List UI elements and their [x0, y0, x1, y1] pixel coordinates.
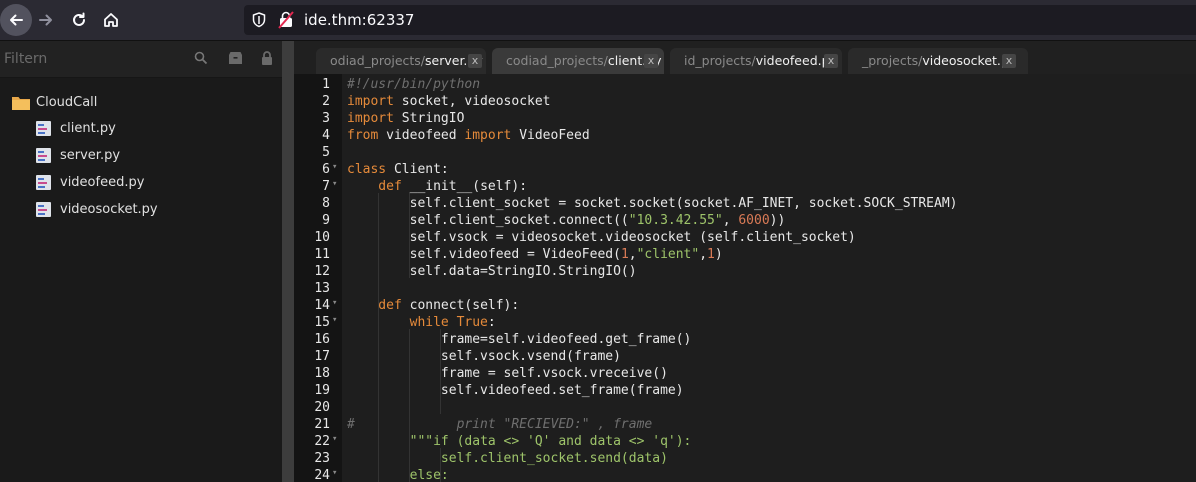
file-label: videofeed.py — [60, 175, 145, 190]
shield-icon[interactable] — [252, 12, 266, 28]
browser-toolbar: ide.thm:62337 — [0, 0, 1196, 41]
code-line: 24 ▾ else: — [314, 468, 449, 482]
lock-icon[interactable] — [261, 51, 273, 65]
code-line: 11 self.videofeed = VideoFeed(1,"client"… — [314, 247, 723, 262]
fold-arrow-icon[interactable]: ▾ — [332, 315, 337, 325]
python-file-icon — [36, 202, 51, 217]
code-line: 4 from videofeed import VideoFeed — [322, 128, 590, 143]
filter-bar: Filtern — [0, 41, 282, 78]
python-file-icon — [36, 175, 51, 190]
code-line: 13 — [314, 281, 330, 296]
back-arrow-icon — [10, 14, 23, 26]
code-line: 16 frame=self.videofeed.get_frame() — [314, 332, 692, 347]
folder-label: CloudCall — [36, 95, 98, 110]
code-line: 8 self.client_socket = socket.socket(soc… — [322, 196, 958, 211]
code-line: 9 self.client_socket.connect(("10.3.42.5… — [322, 213, 786, 228]
file-label: client.py — [60, 121, 116, 136]
file-label: videosocket.py — [60, 202, 158, 217]
code-line: 21 # print "RECIEVED:" , frame — [314, 417, 653, 432]
url-text[interactable]: ide.thm:62337 — [304, 11, 414, 29]
insecure-lock-icon[interactable] — [278, 11, 294, 29]
back-button[interactable] — [0, 4, 32, 36]
code-line: 12 self.data=StringIO.StringIO() — [314, 264, 637, 279]
fold-arrow-icon[interactable]: ▾ — [332, 468, 337, 478]
tab-label: id_projects/videofeed.py — [684, 53, 837, 68]
code-line: 23 self.client_socket.send(data) — [314, 451, 668, 466]
folder-icon — [12, 97, 30, 110]
code-line: 18 frame = self.vsock.vreceive() — [314, 366, 668, 381]
tab-videosocket[interactable]: _projects/videosocket.py x — [848, 48, 1028, 74]
file-sidebar: Filtern CloudCall client.py server.py vi… — [0, 41, 282, 482]
reload-icon — [73, 12, 85, 26]
home-button[interactable] — [95, 4, 127, 36]
tab-videofeed[interactable]: id_projects/videofeed.py x — [670, 48, 842, 74]
code-line: 17 self.vsock.vsend(frame) — [314, 349, 621, 364]
code-line: 14 ▾ def connect(self): — [314, 298, 520, 313]
reload-button[interactable] — [63, 4, 95, 36]
panel-splitter[interactable] — [282, 41, 294, 482]
file-item-server[interactable]: server.py — [36, 146, 236, 168]
file-item-videofeed[interactable]: videofeed.py — [36, 173, 236, 195]
file-item-client[interactable]: client.py — [36, 119, 236, 141]
filter-input[interactable]: Filtern — [4, 51, 47, 67]
tab-close-button[interactable]: x — [1002, 54, 1016, 68]
python-file-icon — [36, 121, 51, 136]
forward-arrow-icon — [39, 14, 52, 26]
tab-close-button[interactable]: x — [824, 54, 838, 68]
file-item-videosocket[interactable]: videosocket.py — [36, 200, 236, 222]
tab-label: codiad_projects/client.py — [506, 53, 662, 68]
code-line: 10 self.vsock = videosocket.videosocket … — [314, 230, 856, 245]
code-line: 6 ▾ class Client: — [322, 162, 449, 177]
code-editor[interactable]: 1 #!/usr/bin/python 2 import socket, video… — [294, 74, 1196, 482]
tab-close-button[interactable]: x — [644, 54, 658, 68]
code-line: 5 — [322, 145, 330, 160]
tab-close-button[interactable]: x — [468, 54, 482, 68]
forward-button[interactable] — [30, 4, 62, 36]
fold-arrow-icon[interactable]: ▾ — [332, 434, 337, 444]
code-line: 19 self.videofeed.set_frame(frame) — [314, 383, 684, 398]
code-line: 20 — [314, 400, 330, 415]
search-icon[interactable] — [194, 51, 208, 65]
folder-cloudcall[interactable]: CloudCall — [12, 89, 212, 110]
fold-arrow-icon[interactable]: ▾ — [332, 162, 337, 172]
code-line: 2 import socket, videosocket — [322, 94, 551, 109]
code-line: 3 import StringIO — [322, 111, 465, 126]
python-file-icon — [36, 148, 51, 163]
tab-client[interactable]: codiad_projects/client.py x — [492, 48, 664, 74]
code-line: 22 ▾ """if (data <> 'Q' and data <> 'q'): — [314, 434, 692, 449]
fold-arrow-icon[interactable]: ▾ — [332, 179, 337, 189]
tab-label: _projects/videosocket.py — [862, 53, 1017, 68]
tab-bar: odiad_projects/server.py x codiad_projec… — [294, 41, 1196, 74]
home-icon — [104, 13, 118, 27]
code-line: 1 #!/usr/bin/python — [322, 77, 481, 92]
archive-icon[interactable] — [228, 51, 243, 65]
tab-label: odiad_projects/server.py — [330, 53, 483, 68]
fold-arrow-icon[interactable]: ▾ — [332, 298, 337, 308]
code-line: 7 ▾ def __init__(self): — [322, 179, 528, 194]
tab-server[interactable]: odiad_projects/server.py x — [316, 48, 486, 74]
url-bar[interactable]: ide.thm:62337 — [244, 5, 1196, 35]
file-label: server.py — [60, 148, 121, 163]
code-line: 15 ▾ while True: — [314, 315, 496, 330]
